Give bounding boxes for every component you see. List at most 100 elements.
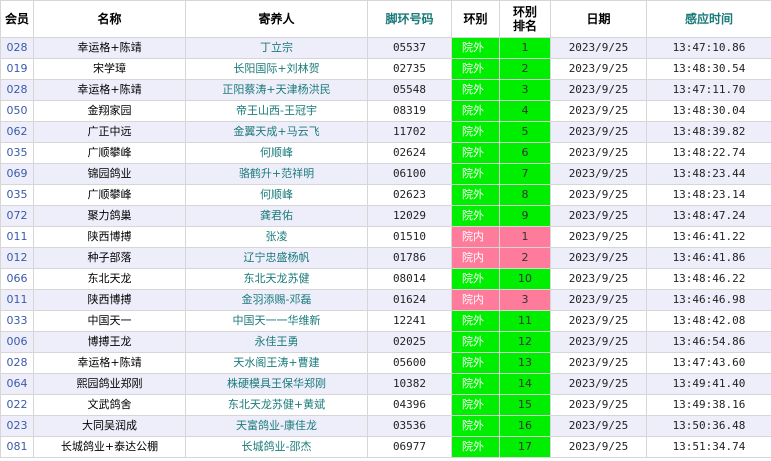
ring-number-cell: 08014: [367, 268, 452, 290]
owner-link[interactable]: 龚君佑: [185, 205, 368, 227]
owner-link[interactable]: 中国天一一华维新: [185, 310, 368, 332]
date-cell: 2023/9/25: [550, 436, 647, 458]
name-cell: 大同吴润成: [33, 415, 186, 437]
arrival-time-cell: 13:48:42.08: [646, 310, 771, 332]
table-row: 081 长城鸽业+泰达公棚 长城鸽业-邵杰 06977 院外 17 2023/9/25 13:…: [0, 436, 771, 458]
owner-link[interactable]: 金羽添赐-邓磊: [185, 289, 368, 311]
owner-link[interactable]: 张凌: [185, 226, 368, 248]
rank-cell: 2: [499, 58, 551, 80]
owner-link[interactable]: 东北天龙苏健: [185, 268, 368, 290]
arrival-time-cell: 13:46:41.22: [646, 226, 771, 248]
ring-number-cell: 01624: [367, 289, 452, 311]
name-cell: 文武鸽舍: [33, 394, 186, 416]
header-date: 日期: [550, 0, 647, 38]
owner-link[interactable]: 株硬模具王保华郑刚: [185, 373, 368, 395]
arrival-time-cell: 13:51:34.74: [646, 436, 771, 458]
table-row: 064 熙园鸽业郑刚 株硬模具王保华郑刚 10382 院外 14 2023/9/25 13:4…: [0, 373, 771, 395]
category-cell: 院外: [451, 373, 500, 395]
header-time-sort[interactable]: 感应时间: [646, 0, 771, 38]
rank-cell: 3: [499, 79, 551, 101]
rank-cell: 10: [499, 268, 551, 290]
name-cell: 熙园鸽业郑刚: [33, 373, 186, 395]
arrival-time-cell: 13:48:22.74: [646, 142, 771, 164]
category-cell: 院外: [451, 436, 500, 458]
category-cell: 院外: [451, 310, 500, 332]
arrival-time-cell: 13:47:10.86: [646, 37, 771, 59]
rank-cell: 13: [499, 352, 551, 374]
member-cell: 012: [0, 247, 34, 269]
arrival-time-cell: 13:48:23.44: [646, 163, 771, 185]
name-cell: 种子部落: [33, 247, 186, 269]
member-cell: 050: [0, 100, 34, 122]
category-cell: 院外: [451, 37, 500, 59]
owner-link[interactable]: 长城鸽业-邵杰: [185, 436, 368, 458]
owner-link[interactable]: 天富鸽业-康佳龙: [185, 415, 368, 437]
ring-number-cell: 06100: [367, 163, 452, 185]
table-row: 028 幸运格+陈靖 正阳蔡涛+天津杨洪民 05548 院外 3 2023/9/25 13:4…: [0, 79, 771, 101]
owner-link[interactable]: 永佳王勇: [185, 331, 368, 353]
rank-cell: 15: [499, 394, 551, 416]
owner-link[interactable]: 帝王山西-王冠宇: [185, 100, 368, 122]
member-cell: 081: [0, 436, 34, 458]
name-cell: 宋学璋: [33, 58, 186, 80]
category-cell: 院外: [451, 352, 500, 374]
name-cell: 广顺攀峰: [33, 142, 186, 164]
owner-link[interactable]: 东北天龙苏健+黄斌: [185, 394, 368, 416]
owner-link[interactable]: 正阳蔡涛+天津杨洪民: [185, 79, 368, 101]
owner-link[interactable]: 辽宁忠盛杨帆: [185, 247, 368, 269]
category-cell: 院外: [451, 163, 500, 185]
table-row: 011 陕西博搏 金羽添赐-邓磊 01624 院内 3 2023/9/25 13:46:46.…: [0, 289, 771, 311]
arrival-time-cell: 13:48:46.22: [646, 268, 771, 290]
date-cell: 2023/9/25: [550, 289, 647, 311]
member-cell: 069: [0, 163, 34, 185]
table-row: 072 聚力鸽巢 龚君佑 12029 院外 9 2023/9/25 13:48:47.24: [0, 205, 771, 227]
date-cell: 2023/9/25: [550, 394, 647, 416]
member-cell: 019: [0, 58, 34, 80]
table-row: 069 锦园鸽业 骆鹤升+范祥明 06100 院外 7 2023/9/25 13:48:23.…: [0, 163, 771, 185]
ring-number-cell: 05548: [367, 79, 452, 101]
date-cell: 2023/9/25: [550, 205, 647, 227]
rank-cell: 7: [499, 163, 551, 185]
date-cell: 2023/9/25: [550, 415, 647, 437]
date-cell: 2023/9/25: [550, 352, 647, 374]
table-row: 062 广正中远 金翼天成+马云飞 11702 院外 5 2023/9/25 13:48:39…: [0, 121, 771, 143]
ring-number-cell: 01786: [367, 247, 452, 269]
ring-number-cell: 12241: [367, 310, 452, 332]
arrival-time-cell: 13:48:39.82: [646, 121, 771, 143]
header-ring-sort[interactable]: 脚环号码: [367, 0, 452, 38]
header-member: 会员: [0, 0, 34, 38]
date-cell: 2023/9/25: [550, 373, 647, 395]
category-cell: 院外: [451, 394, 500, 416]
owner-link[interactable]: 长阳国际+刘林贺: [185, 58, 368, 80]
ring-number-cell: 02623: [367, 184, 452, 206]
rank-cell: 14: [499, 373, 551, 395]
ring-number-cell: 02624: [367, 142, 452, 164]
table-row: 011 陕西博搏 张凌 01510 院内 1 2023/9/25 13:46:41.22: [0, 226, 771, 248]
name-cell: 广顺攀峰: [33, 184, 186, 206]
owner-link[interactable]: 天水阁王涛+曹建: [185, 352, 368, 374]
date-cell: 2023/9/25: [550, 58, 647, 80]
date-cell: 2023/9/25: [550, 310, 647, 332]
name-cell: 广正中远: [33, 121, 186, 143]
date-cell: 2023/9/25: [550, 37, 647, 59]
category-cell: 院外: [451, 415, 500, 437]
owner-link[interactable]: 何顺峰: [185, 184, 368, 206]
ring-number-cell: 06977: [367, 436, 452, 458]
date-cell: 2023/9/25: [550, 268, 647, 290]
owner-link[interactable]: 金翼天成+马云飞: [185, 121, 368, 143]
owner-link[interactable]: 骆鹤升+范祥明: [185, 163, 368, 185]
owner-link[interactable]: 丁立宗: [185, 37, 368, 59]
arrival-time-cell: 13:47:11.70: [646, 79, 771, 101]
table-row: 028 幸运格+陈靖 丁立宗 05537 院外 1 2023/9/25 13:47:10.86: [0, 37, 771, 59]
rank-cell: 9: [499, 205, 551, 227]
arrival-time-cell: 13:47:43.60: [646, 352, 771, 374]
name-cell: 陕西博搏: [33, 289, 186, 311]
category-cell: 院内: [451, 289, 500, 311]
rank-cell: 6: [499, 142, 551, 164]
rank-cell: 1: [499, 37, 551, 59]
owner-link[interactable]: 何顺峰: [185, 142, 368, 164]
ring-number-cell: 01510: [367, 226, 452, 248]
rank-cell: 8: [499, 184, 551, 206]
date-cell: 2023/9/25: [550, 163, 647, 185]
member-cell: 072: [0, 205, 34, 227]
